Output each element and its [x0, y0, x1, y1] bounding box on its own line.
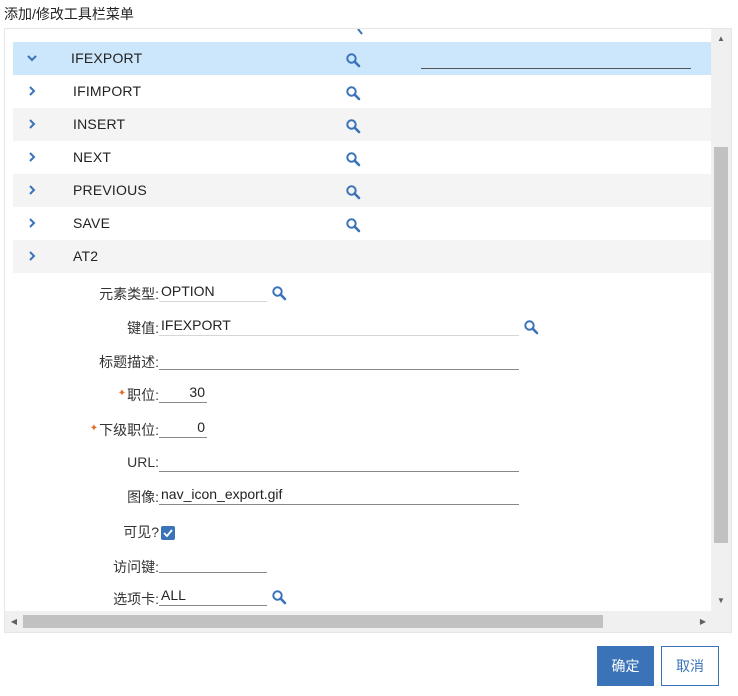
- visible-label: 可见?: [123, 524, 159, 540]
- image-label: 图像:: [127, 489, 159, 505]
- menu-row-next[interactable]: NEXT: [13, 141, 713, 174]
- checkmark-icon: [163, 529, 173, 538]
- key-value-field[interactable]: IFEXPORT: [159, 316, 519, 336]
- chevron-right-icon[interactable]: [25, 215, 39, 231]
- search-icon[interactable]: [523, 319, 539, 335]
- key-value-label: 键值:: [127, 320, 159, 336]
- scrollbar-corner: [711, 611, 731, 632]
- access-key-field[interactable]: [159, 553, 267, 573]
- menu-row-label: IFIMPORT: [73, 83, 142, 99]
- chevron-right-icon[interactable]: [25, 149, 39, 165]
- menu-row-label: INSERT: [73, 116, 126, 132]
- element-type-field[interactable]: OPTION: [159, 282, 267, 302]
- horizontal-scrollbar[interactable]: ◀ ▶: [5, 611, 713, 632]
- required-marker-icon: ✦: [89, 423, 99, 434]
- ok-button[interactable]: 确定: [597, 646, 654, 686]
- title-desc-label: 标题描述:: [99, 354, 159, 370]
- position-label: 职位:: [127, 387, 159, 403]
- visible-checkbox[interactable]: [161, 526, 175, 540]
- search-icon[interactable]: [345, 184, 361, 200]
- element-type-label: 元素类型:: [99, 286, 159, 302]
- search-icon[interactable]: [271, 589, 287, 605]
- chevron-right-icon[interactable]: [25, 83, 39, 99]
- search-icon[interactable]: [271, 285, 287, 301]
- url-label: URL:: [127, 454, 159, 470]
- scroll-left-icon[interactable]: ◀: [6, 611, 22, 632]
- dialog-title: 添加/修改工具栏菜单: [4, 6, 134, 22]
- menu-row-previous[interactable]: PREVIOUS: [13, 174, 713, 207]
- menu-row-ifimport[interactable]: IFIMPORT: [13, 75, 713, 108]
- horizontal-scroll-thumb[interactable]: [23, 615, 603, 628]
- search-icon[interactable]: [345, 52, 361, 68]
- tab-field[interactable]: ALL: [159, 586, 267, 606]
- menu-row-label: PREVIOUS: [73, 182, 147, 198]
- menu-row-save[interactable]: SAVE: [13, 207, 713, 240]
- tree-content: IFEXPORT IFIMPORT INSERT NEXT PREVIOUS S…: [13, 29, 713, 611]
- search-icon[interactable]: [345, 217, 361, 233]
- menu-row-ifexport[interactable]: IFEXPORT: [13, 42, 713, 75]
- tab-label: 选项卡:: [113, 591, 159, 607]
- search-icon[interactable]: [345, 151, 361, 167]
- scroll-up-icon[interactable]: ▲: [711, 31, 731, 47]
- search-icon: [357, 29, 363, 35]
- search-icon[interactable]: [345, 85, 361, 101]
- toolbar-menu-tree-panel: IFEXPORT IFIMPORT INSERT NEXT PREVIOUS S…: [4, 28, 732, 633]
- required-marker-icon: ✦: [117, 388, 127, 399]
- chevron-down-icon[interactable]: [25, 50, 39, 66]
- scroll-down-icon[interactable]: ▼: [711, 593, 731, 609]
- menu-row-insert[interactable]: INSERT: [13, 108, 713, 141]
- sub-position-label: 下级职位:: [99, 422, 159, 438]
- url-field[interactable]: [159, 452, 519, 472]
- scroll-right-icon[interactable]: ▶: [695, 611, 711, 632]
- image-field[interactable]: nav_icon_export.gif: [159, 485, 519, 505]
- cancel-button[interactable]: 取消: [661, 646, 719, 686]
- sub-position-field[interactable]: 0: [159, 418, 207, 438]
- search-icon[interactable]: [345, 118, 361, 134]
- position-field[interactable]: 30: [159, 383, 207, 403]
- menu-row-label: SAVE: [73, 215, 111, 231]
- menu-row-at2[interactable]: AT2: [13, 240, 713, 273]
- vertical-scroll-thumb[interactable]: [714, 147, 728, 543]
- menu-row-input[interactable]: [421, 68, 691, 69]
- menu-row-label: IFEXPORT: [71, 50, 143, 66]
- vertical-scrollbar[interactable]: ▲ ▼: [711, 29, 731, 611]
- menu-row-label: AT2: [73, 248, 99, 264]
- chevron-right-icon[interactable]: [25, 248, 39, 264]
- access-key-label: 访问键:: [113, 559, 159, 575]
- chevron-right-icon[interactable]: [25, 116, 39, 132]
- menu-row-label: NEXT: [73, 149, 112, 165]
- chevron-right-icon[interactable]: [25, 182, 39, 198]
- title-desc-field[interactable]: [159, 350, 519, 370]
